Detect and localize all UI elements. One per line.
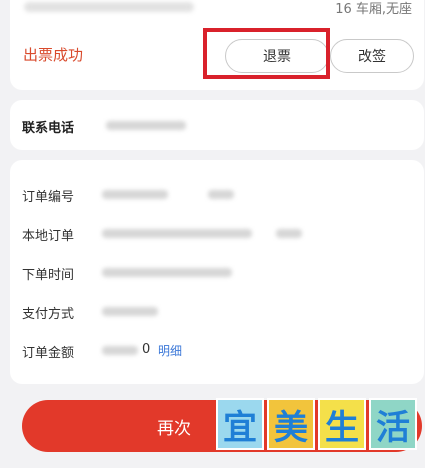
order-time-label: 下单时间 <box>22 268 75 283</box>
order-amount-value: 0 <box>142 342 151 357</box>
blurred-order-time <box>102 268 232 277</box>
contact-card: 联系电话 <box>10 100 424 150</box>
rebook-button-label: 再次 <box>157 418 191 439</box>
payment-method-label: 支付方式 <box>22 307 75 322</box>
local-order-label: 本地订单 <box>22 229 75 244</box>
blurred-phone-number <box>106 121 186 130</box>
change-ticket-button[interactable]: 改签 <box>330 39 414 73</box>
watermark-tile-4: 活 <box>369 398 417 450</box>
blurred-ticket-info <box>24 2 194 12</box>
order-details-card: 订单编号 本地订单 下单时间 支付方式 订单金额 0 明细 <box>10 160 424 384</box>
amount-detail-link[interactable]: 明细 <box>158 342 182 359</box>
order-amount-label: 订单金额 <box>22 346 75 361</box>
blurred-copy-tag <box>208 190 234 199</box>
watermark-tile-3: 生 <box>318 398 366 450</box>
refund-button[interactable]: 退票 <box>225 39 329 73</box>
blurred-copy-tag-2 <box>276 229 302 238</box>
ticket-card: 16 车厢,无座 出票成功 退票 改签 <box>10 0 424 90</box>
watermark-logo: 宜 美 生 活 <box>216 398 417 450</box>
carriage-info: 16 车厢,无座 <box>335 2 412 17</box>
blurred-order-number <box>102 190 168 199</box>
blurred-payment-method <box>102 307 158 316</box>
watermark-tile-1: 宜 <box>216 398 264 450</box>
blurred-amount <box>102 346 138 355</box>
blurred-local-order <box>102 229 252 238</box>
order-number-label: 订单编号 <box>22 190 75 205</box>
phone-label: 联系电话 <box>22 121 75 136</box>
watermark-tile-2: 美 <box>267 398 315 450</box>
ticket-status: 出票成功 <box>23 46 84 64</box>
